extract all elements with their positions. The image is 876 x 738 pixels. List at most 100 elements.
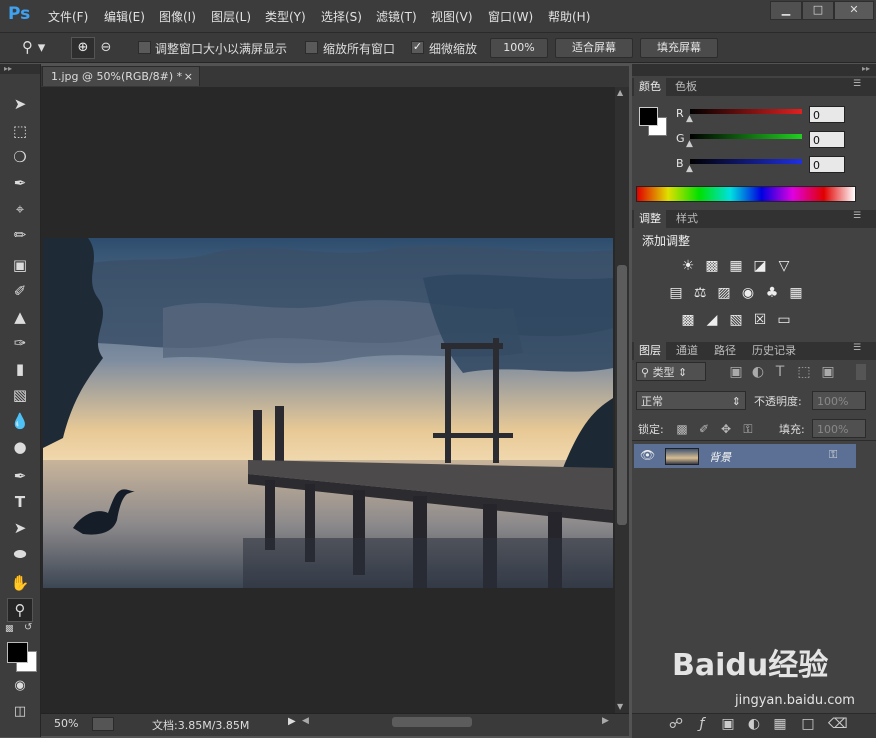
healing-brush-tool-icon[interactable]: ▣ (9, 254, 31, 276)
lock-position-icon[interactable]: ✥ (718, 421, 734, 437)
color-balance-icon[interactable]: ⚖ (692, 285, 708, 301)
new-adjustment-layer-icon[interactable]: ◐ (746, 716, 762, 732)
black-white-icon[interactable]: ▨ (716, 285, 732, 301)
new-layer-icon[interactable]: □ (800, 716, 816, 732)
zoom-tool-icon[interactable]: ⚲ (7, 598, 33, 622)
channel-mixer-icon[interactable]: ♣ (764, 285, 780, 301)
hue-saturation-icon[interactable]: ▤ (668, 285, 684, 301)
ellipse-tool-icon[interactable]: ⬬ (9, 543, 31, 565)
menu-edit[interactable]: 编辑(E) (104, 8, 145, 25)
lasso-tool-icon[interactable]: ❍ (9, 146, 31, 168)
scroll-left-icon[interactable]: ◀ (302, 716, 309, 726)
brush-tool-icon[interactable]: ✐ (9, 280, 31, 302)
tab-color[interactable]: 颜色 (634, 78, 666, 96)
gradient-map-icon[interactable]: ▭ (776, 312, 792, 328)
channel-r-input[interactable]: 0 (809, 106, 845, 123)
swap-colors-icon[interactable]: ↺ (24, 622, 36, 634)
scroll-right-icon[interactable]: ▶ (602, 716, 609, 726)
gradient-tool-icon[interactable]: ▧ (9, 384, 31, 406)
menu-window[interactable]: 窗口(W) (488, 8, 533, 25)
delete-layer-icon[interactable]: ⌫ (828, 716, 848, 732)
blend-mode-select[interactable]: 正常 ⇕ (636, 391, 746, 410)
channel-r-slider[interactable] (690, 109, 802, 114)
photo-filter-icon[interactable]: ◉ (740, 285, 756, 301)
move-tool-icon[interactable]: ➤ (9, 93, 31, 115)
tab-channels[interactable]: 通道 (671, 342, 703, 360)
hand-tool-icon[interactable]: ✋ (9, 572, 31, 594)
vertical-scrollbar-thumb[interactable] (617, 265, 627, 525)
color-spectrum-bar[interactable] (636, 186, 856, 202)
lock-all-icon[interactable]: ⚿ (740, 421, 756, 437)
scroll-up-icon[interactable]: ▲ (617, 88, 623, 97)
layer-style-icon[interactable]: ƒ (694, 716, 710, 732)
filter-toggle-switch[interactable] (856, 364, 866, 380)
scroll-down-icon[interactable]: ▼ (617, 702, 623, 711)
layer-name[interactable]: 背景 (709, 449, 731, 465)
menu-image[interactable]: 图像(I) (159, 8, 196, 25)
menu-select[interactable]: 选择(S) (321, 8, 362, 25)
clone-stamp-tool-icon[interactable]: ▲ (9, 306, 31, 328)
tab-swatches[interactable]: 色板 (670, 78, 702, 96)
menu-filter[interactable]: 滤镜(T) (376, 8, 417, 25)
close-document-icon[interactable]: × (184, 67, 193, 87)
selective-color-icon[interactable]: ☒ (752, 312, 768, 328)
color-lookup-icon[interactable]: ▦ (788, 285, 804, 301)
layer-visibility-eye-icon[interactable]: 👁 (640, 448, 655, 462)
zoom-out-icon[interactable]: ⊖ (96, 38, 116, 58)
adjustments-panel-menu-icon[interactable]: ☰ (853, 211, 861, 221)
document-image[interactable] (43, 238, 613, 588)
path-selection-tool-icon[interactable]: ➤ (9, 517, 31, 539)
fill-screen-button[interactable]: 填充屏幕 (640, 38, 718, 58)
minimize-button[interactable]: ▁ (770, 1, 802, 20)
color-panel-foreground-swatch[interactable] (639, 107, 658, 126)
document-tab[interactable]: 1.jpg @ 50%(RGB/8#) * × (42, 66, 200, 86)
filter-type-icon[interactable]: T (772, 364, 788, 380)
fill-input[interactable]: 100% (812, 419, 866, 438)
toolbar-collapse-icon[interactable]: ▸▸ (0, 64, 40, 74)
close-button[interactable]: ✕ (834, 1, 874, 20)
add-mask-icon[interactable]: ▣ (720, 716, 736, 732)
menu-file[interactable]: 文件(F) (48, 8, 88, 25)
tab-adjustments[interactable]: 调整 (634, 210, 666, 228)
channel-b-slider-handle-icon[interactable]: ▲ (686, 164, 693, 174)
filter-pixel-icon[interactable]: ▣ (728, 364, 744, 380)
filter-smart-object-icon[interactable]: ▣ (820, 364, 836, 380)
tab-history[interactable]: 历史记录 (747, 342, 801, 360)
zoom-tool-preset-icon[interactable]: ⚲ ▾ (22, 38, 58, 58)
blur-tool-icon[interactable]: 💧 (9, 410, 31, 432)
channel-r-slider-handle-icon[interactable]: ▲ (686, 114, 693, 124)
menu-view[interactable]: 视图(V) (431, 8, 473, 25)
menu-type[interactable]: 类型(Y) (265, 8, 306, 25)
tab-layers[interactable]: 图层 (634, 342, 666, 360)
eraser-tool-icon[interactable]: ▮ (9, 358, 31, 380)
lock-image-icon[interactable]: ✐ (696, 421, 712, 437)
levels-icon[interactable]: ▩ (704, 258, 720, 274)
zoom-in-icon[interactable]: ⊕ (71, 37, 95, 59)
curves-icon[interactable]: ▦ (728, 258, 744, 274)
filter-shape-icon[interactable]: ⬚ (796, 364, 812, 380)
layer-filter-kind-select[interactable]: ⚲ 类型 ⇕ (636, 362, 706, 381)
type-tool-icon[interactable]: T (9, 491, 31, 513)
eyedropper-tool-icon[interactable]: ✏ (9, 224, 31, 246)
crop-tool-icon[interactable]: ⌖ (9, 198, 31, 220)
horizontal-scrollbar-thumb[interactable] (392, 717, 472, 727)
dock-collapse-icon[interactable]: ▸▸ (632, 64, 876, 76)
actual-pixels-button[interactable]: 100% (490, 38, 548, 58)
menu-help[interactable]: 帮助(H) (548, 8, 590, 25)
tab-paths[interactable]: 路径 (709, 342, 741, 360)
marquee-tool-icon[interactable]: ⬚ (9, 120, 31, 142)
invert-icon[interactable]: ▩ (680, 312, 696, 328)
color-panel-menu-icon[interactable]: ☰ (853, 79, 861, 89)
zoom-level[interactable]: 50% (54, 717, 78, 730)
channel-b-slider[interactable] (690, 159, 802, 164)
posterize-icon[interactable]: ◢ (704, 312, 720, 328)
channel-g-input[interactable]: 0 (809, 131, 845, 148)
link-layers-icon[interactable]: ☍ (668, 716, 684, 732)
quick-selection-tool-icon[interactable]: ✒ (9, 172, 31, 194)
pen-tool-icon[interactable]: ✒ (9, 465, 31, 487)
layers-panel-menu-icon[interactable]: ☰ (853, 343, 861, 353)
dodge-tool-icon[interactable]: ● (9, 436, 31, 458)
new-group-icon[interactable]: ▦ (772, 716, 788, 732)
scrubby-zoom-checkbox[interactable]: ✓ (411, 41, 424, 54)
threshold-icon[interactable]: ▧ (728, 312, 744, 328)
